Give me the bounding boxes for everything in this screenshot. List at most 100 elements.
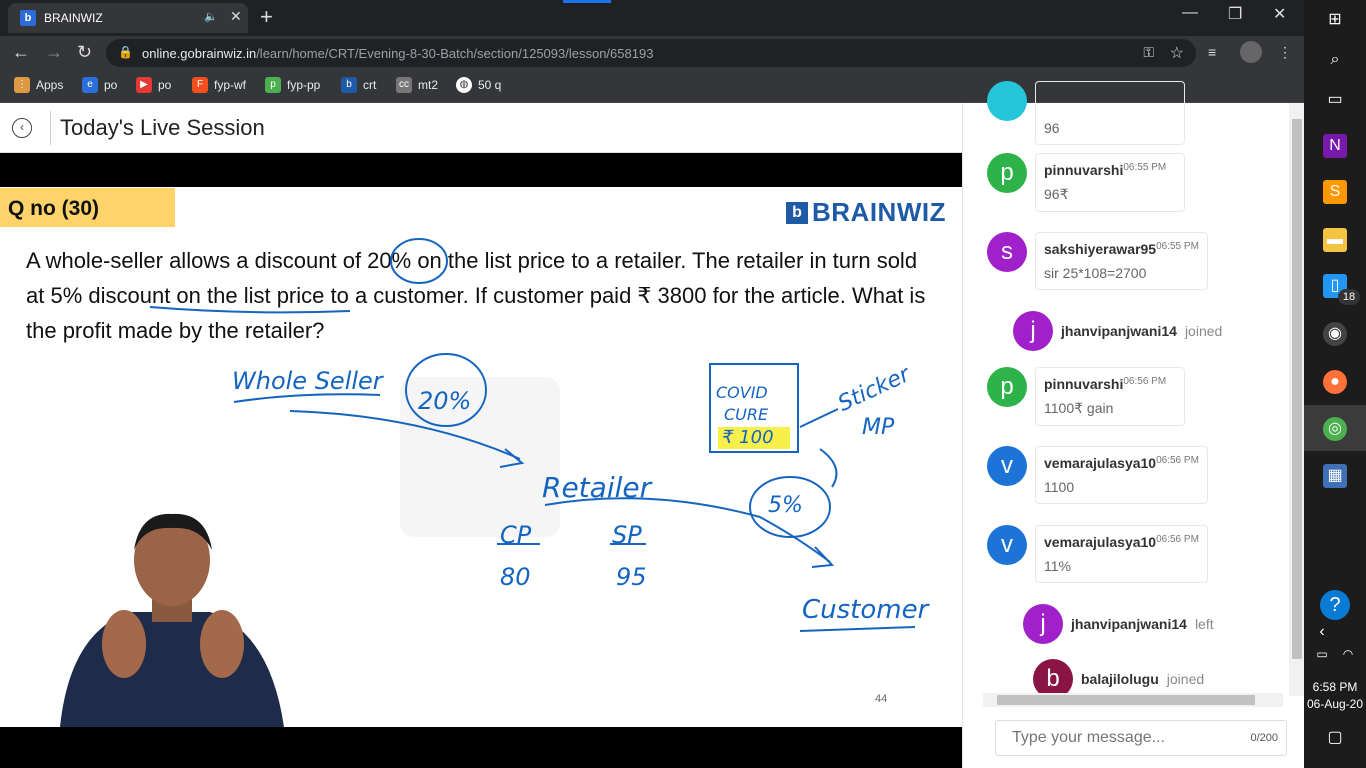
youtube-icon: ▶ xyxy=(136,77,152,93)
search-icon[interactable]: ⌕ xyxy=(1323,48,1347,72)
chat-horizontal-scrollbar[interactable] xyxy=(983,693,1283,707)
avatar: p xyxy=(987,367,1027,407)
back-arrow-icon[interactable]: ← xyxy=(12,42,30,63)
bookmark-50q[interactable]: ◍ 50 q xyxy=(456,77,501,93)
chat-message: 96 xyxy=(987,81,1185,145)
chat-message: p pinnuvarshi06:55 PM 96₹ xyxy=(987,153,1185,212)
chat-message: p pinnuvarshi06:56 PM 1100₹ gain xyxy=(987,367,1185,426)
scroll-thumb[interactable] xyxy=(997,695,1255,705)
profile-avatar[interactable] xyxy=(1240,41,1262,63)
help-icon[interactable]: ? xyxy=(1320,590,1350,620)
notifications-icon[interactable]: ▢ xyxy=(1323,726,1347,750)
key-icon[interactable]: ⚿ xyxy=(1143,44,1154,61)
chrome-icon[interactable]: ◎ xyxy=(1323,417,1347,441)
bookmark-fyp-wf[interactable]: Ffyp-wf xyxy=(192,77,246,93)
username: pinnuvarshi xyxy=(1044,162,1124,178)
char-count: 0/200 xyxy=(1250,732,1278,744)
browser-toolbar: ← → ↻ 🔒 online.gobrainwiz.in/learn/home/… xyxy=(0,36,1304,70)
clock-time: 6:58 PM xyxy=(1312,680,1358,694)
url-text: online.gobrainwiz.in/learn/home/CRT/Even… xyxy=(142,46,654,61)
chat-message-input[interactable] xyxy=(996,721,1226,755)
bookmark-crt[interactable]: b crt xyxy=(341,77,376,93)
forward-arrow-icon[interactable]: → xyxy=(45,42,63,63)
avatar: v xyxy=(987,446,1027,486)
sublime-icon[interactable]: S xyxy=(1323,180,1347,204)
chevron-left-icon[interactable]: ‹ xyxy=(1310,620,1334,644)
annotation-sp-value: 95 xyxy=(616,563,647,591)
browser-tab[interactable]: b BRAINWIZ 🔈 ✕ xyxy=(8,3,248,33)
chat-message: v vemarajulasya1006:56 PM 1100 xyxy=(987,446,1208,504)
video-player[interactable]: Q no (30) b BRAINWIZ A whole-seller allo… xyxy=(0,153,962,768)
file-explorer-icon[interactable]: ▬ xyxy=(1323,228,1347,252)
bookmark-mt2[interactable]: cc mt2 xyxy=(396,77,438,93)
timestamp: 06:56 PM xyxy=(1156,534,1199,545)
apps-grid-icon: ⋮ xyxy=(14,77,30,93)
annotation-5pct: 5% xyxy=(768,493,803,518)
message-text: 96₹ xyxy=(1044,186,1069,202)
back-circle-icon[interactable]: ‹ xyxy=(12,118,32,138)
annotation-sp: SP xyxy=(612,521,642,549)
firefox-icon[interactable]: ● xyxy=(1323,370,1347,394)
annotation-20pct: 20% xyxy=(418,387,472,415)
annotation-customer: Customer xyxy=(802,595,929,625)
window-close-button[interactable]: ✕ xyxy=(1273,4,1286,24)
wifi-icon[interactable]: ◠ xyxy=(1336,642,1360,666)
username: vemarajulasya10 xyxy=(1044,455,1157,471)
annotation-cp-value: 80 xyxy=(500,563,531,591)
media-control-icon[interactable]: ≡ xyxy=(1208,44,1216,60)
windows-start-icon[interactable]: ⊞ xyxy=(1323,8,1347,32)
session-header: ‹ Today's Live Session xyxy=(0,103,962,153)
username: pinnuvarshi xyxy=(1044,376,1124,392)
annotation-cp: CP xyxy=(500,521,532,549)
figma-icon: F xyxy=(192,77,208,93)
page-content: ‹ Today's Live Session Q no (30) b BRAIN… xyxy=(0,81,1305,768)
avatar xyxy=(987,81,1027,121)
menu-dots-icon[interactable]: ⋮ xyxy=(1278,44,1292,61)
bookmark-fyp-pp[interactable]: p fyp-pp xyxy=(265,77,320,93)
message-text: 1100₹ gain xyxy=(1044,400,1114,416)
message-text: 96 xyxy=(1044,120,1060,136)
chat-scrollbar[interactable] xyxy=(1289,103,1305,696)
windows-taskbar: ⊞ ⌕ ▭ N S ▬ ▯ 18 ◉ ● ◎ ▦ ? ‹ ▭ ◠ 6:58 PM… xyxy=(1304,0,1366,768)
message-text: 1100 xyxy=(1044,479,1075,495)
cc-icon: cc xyxy=(396,77,412,93)
media-player-icon[interactable]: ◉ xyxy=(1323,322,1347,346)
reload-icon[interactable]: ↻ xyxy=(77,42,92,63)
username: jhanvipanjwani14 xyxy=(1071,616,1187,632)
username: sakshiyerawar95 xyxy=(1044,241,1157,257)
restore-button[interactable]: ❐ xyxy=(1228,4,1242,24)
calculator-icon[interactable]: ▦ xyxy=(1323,464,1347,488)
lecture-slide: Q no (30) b BRAINWIZ A whole-seller allo… xyxy=(0,187,962,727)
timestamp: 06:55 PM xyxy=(1156,241,1199,252)
timestamp: 06:56 PM xyxy=(1156,455,1199,466)
media-indicator xyxy=(563,0,611,3)
annotation-retailer: Retailer xyxy=(542,471,652,504)
audio-playing-icon[interactable]: 🔈 xyxy=(204,10,218,23)
tab-close-icon[interactable]: ✕ xyxy=(230,8,242,25)
avatar: j xyxy=(1013,311,1053,351)
bookmark-po-2[interactable]: ▶ po xyxy=(136,77,171,93)
minimize-button[interactable]: — xyxy=(1182,4,1198,22)
event-status: joined xyxy=(1184,323,1223,339)
page-title: Today's Live Session xyxy=(60,115,265,140)
edge-icon: e xyxy=(82,77,98,93)
task-view-icon[interactable]: ▭ xyxy=(1323,88,1347,112)
slide-number: 44 xyxy=(875,693,888,705)
address-bar[interactable]: 🔒 online.gobrainwiz.in/learn/home/CRT/Ev… xyxy=(106,39,1196,67)
avatar: j xyxy=(1023,604,1063,644)
system-clock[interactable]: 6:58 PM 06-Aug-20 xyxy=(1304,679,1366,713)
annotation-price: ₹ 100 xyxy=(722,427,774,448)
event-status: joined xyxy=(1166,671,1205,687)
new-tab-button[interactable]: + xyxy=(260,4,273,30)
onenote-icon[interactable]: N xyxy=(1323,134,1347,158)
username: jhanvipanjwani14 xyxy=(1061,323,1177,339)
leave-event: j jhanvipanjwani14 left xyxy=(1023,604,1214,644)
event-status: left xyxy=(1194,616,1214,632)
bookmark-apps[interactable]: ⋮ Apps xyxy=(14,77,63,93)
chat-panel: 96 p pinnuvarshi06:55 PM 96₹ s sakshiyer… xyxy=(962,81,1305,768)
bookmark-po-1[interactable]: e po xyxy=(82,77,117,93)
brainwiz-icon: b xyxy=(341,77,357,93)
scroll-thumb[interactable] xyxy=(1292,119,1302,659)
bookmark-star-icon[interactable]: ☆ xyxy=(1170,43,1184,63)
battery-icon[interactable]: ▭ xyxy=(1310,642,1334,666)
